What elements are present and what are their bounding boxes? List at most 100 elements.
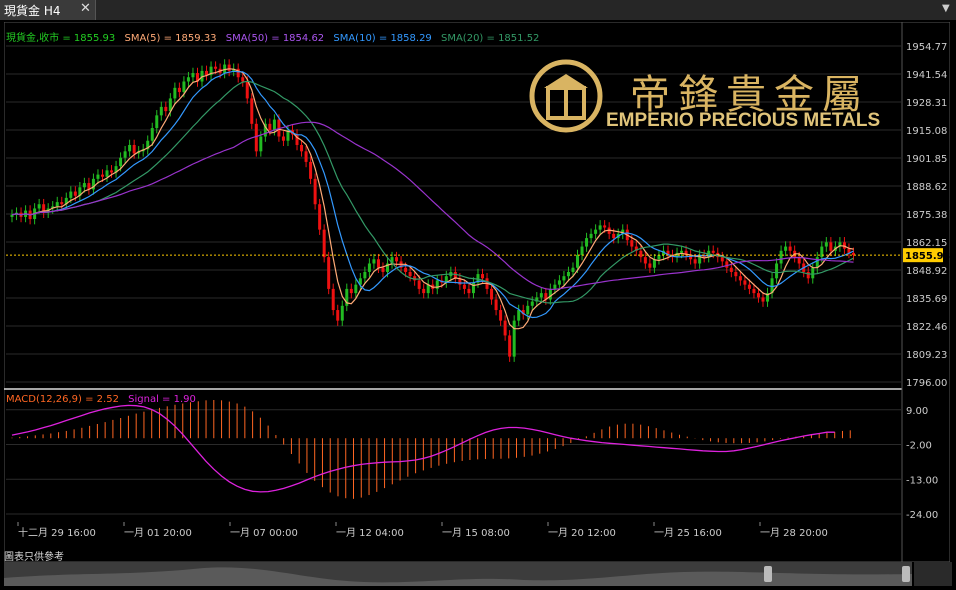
tab-label: 現貨金 H4 [4, 4, 61, 18]
candle-body [367, 263, 371, 272]
candle-body [123, 151, 127, 158]
candle-body [318, 204, 322, 230]
chart-tab[interactable]: 現貨金 H4 ✕ [0, 0, 96, 20]
candle-body [639, 250, 643, 258]
candle-body [743, 280, 747, 285]
legend-sma50: SMA(50) = 1854.62 [225, 33, 325, 44]
x-tick-label: 一月 12 04:00 [336, 527, 404, 539]
candle-body [159, 106, 163, 116]
price-tick-label: 1835.69 [906, 294, 947, 305]
x-tick-label: 一月 07 00:00 [230, 527, 298, 539]
dropdown-arrow-icon[interactable]: ▼ [942, 3, 950, 14]
candle-body [594, 229, 598, 234]
candle-body [150, 128, 154, 141]
candle-body [481, 274, 485, 279]
candle-body [227, 64, 231, 71]
macd-tick-label: 9.00 [906, 406, 928, 417]
candle-body [173, 87, 177, 99]
candle-body [128, 144, 132, 152]
candle-body [571, 267, 575, 272]
legend-signal: Signal = 1.90 [128, 394, 196, 405]
candle-body [576, 255, 580, 268]
candle-body [824, 242, 828, 247]
candle-body [164, 106, 168, 112]
chart-navigator[interactable] [4, 562, 912, 586]
logo-emblem-icon [529, 59, 603, 133]
candle-body [503, 320, 507, 336]
candle-body [336, 310, 340, 321]
company-logo: 帝鋒貴金屬 EMPERIO PRECIOUS METALS [528, 58, 900, 138]
candle-body [612, 233, 616, 239]
price-tick-label: 1862.15 [906, 238, 947, 249]
candle-body [462, 284, 466, 289]
candle-body [186, 77, 190, 82]
candle-body [580, 246, 584, 256]
candle-body [381, 267, 385, 272]
close-icon[interactable]: ✕ [80, 1, 91, 16]
candle-body [738, 276, 742, 281]
candle-body [779, 250, 783, 264]
candle-body [191, 73, 195, 78]
candle-body [272, 119, 276, 131]
candle-body [756, 293, 760, 298]
candle-body [589, 233, 593, 239]
legend-sma5: SMA(5) = 1859.33 [124, 33, 217, 44]
candle-body [363, 271, 367, 279]
legend-symbol: 現貨金,收市 = 1855.93 [6, 33, 116, 44]
candle-body [281, 136, 285, 141]
candle-body [304, 151, 308, 162]
navigator-left-handle[interactable] [764, 566, 772, 582]
candle-body [372, 259, 376, 264]
navigator-preview [4, 567, 912, 586]
candle-body [512, 320, 516, 357]
candle-body [815, 257, 819, 268]
logo-english-text: EMPERIO PRECIOUS METALS [606, 110, 881, 131]
navigator-right-handle[interactable] [902, 566, 910, 582]
candle-body [69, 191, 73, 198]
macd-tick-label: -2.00 [906, 441, 932, 452]
price-tick-label: 1954.77 [906, 42, 947, 53]
candle-body [761, 297, 765, 302]
candle-body [349, 288, 353, 294]
candle-body [100, 174, 104, 177]
candle-body [680, 250, 684, 253]
candle-body [829, 242, 833, 251]
legend-macd: MACD(12,26,9) = 2.52 [6, 394, 119, 405]
candle-body [223, 64, 227, 74]
macd-tick-label: -24.00 [906, 510, 938, 521]
candle-body [517, 310, 521, 321]
price-tick-label: 1809.23 [906, 350, 947, 361]
candle-body [105, 170, 109, 177]
candle-body [711, 250, 715, 253]
candle-body [508, 335, 512, 357]
candle-body [603, 225, 607, 228]
candle-body [422, 288, 426, 294]
candle-body [788, 246, 792, 251]
candle-body [467, 288, 471, 294]
candle-body [55, 202, 59, 207]
candle-body [214, 66, 218, 69]
candle-body [652, 259, 656, 268]
candle-body [404, 267, 408, 272]
tab-bar: 現貨金 H4 ✕ ▼ [0, 0, 956, 20]
x-tick-label: 十二月 29 16:00 [18, 526, 96, 539]
candle-body [155, 115, 159, 129]
candle-body [752, 288, 756, 294]
candle-body [417, 280, 421, 289]
candle-body [585, 238, 589, 247]
x-tick-label: 一月 20 12:00 [548, 527, 616, 539]
navigator-scroll-area[interactable] [914, 562, 952, 586]
candle-body [119, 157, 123, 167]
macd-legend: MACD(12,26,9) = 2.52 Signal = 1.90 [6, 394, 202, 405]
candle-body [96, 174, 100, 179]
candle-body [557, 280, 561, 285]
price-tick-label: 1915.08 [906, 126, 947, 137]
candle-body [132, 144, 136, 154]
price-tick-label: 1901.85 [906, 154, 947, 165]
price-tick-label: 1928.31 [906, 98, 947, 109]
price-tick-label: 1796.00 [906, 378, 947, 389]
candle-body [566, 271, 570, 277]
x-tick-label: 一月 28 20:00 [760, 527, 828, 539]
candle-body [327, 257, 331, 289]
candle-body [811, 267, 815, 279]
